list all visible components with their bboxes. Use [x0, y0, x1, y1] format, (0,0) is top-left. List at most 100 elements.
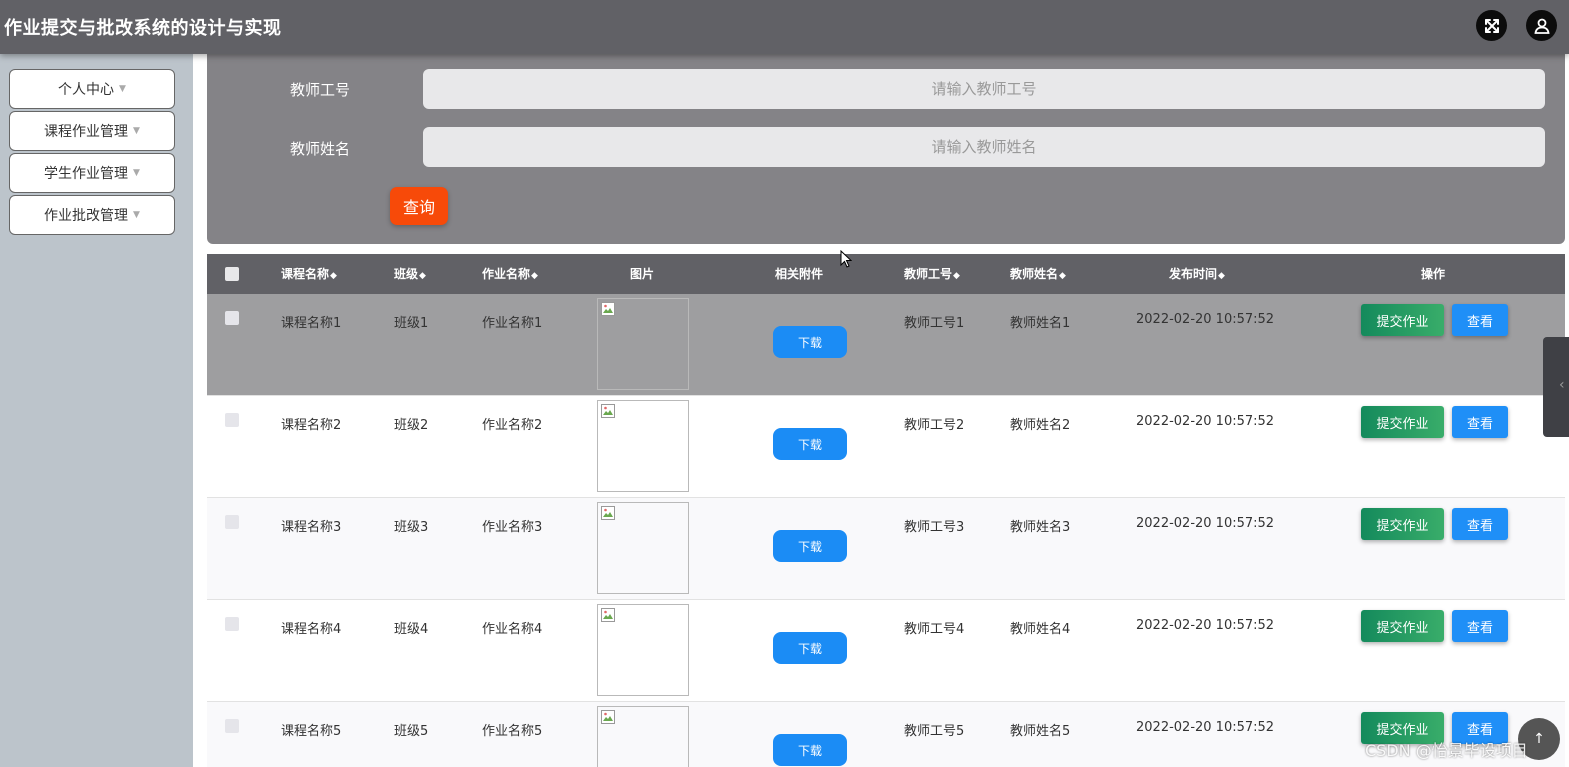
cell-teacher-id: 教师工号5: [904, 724, 965, 739]
row-checkbox[interactable]: [225, 413, 239, 427]
user-button[interactable]: [1526, 10, 1557, 41]
download-button[interactable]: 下载: [773, 428, 847, 460]
cell-course: 课程名称3: [281, 520, 342, 535]
submit-homework-button[interactable]: 提交作业: [1361, 610, 1444, 642]
cell-class: 班级5: [394, 724, 429, 739]
column-header-teacher-name[interactable]: 教师姓名◆: [1010, 254, 1066, 294]
broken-image-icon: [601, 710, 615, 724]
caret-down-icon: ▼: [133, 210, 140, 220]
sidebar-item-personal-center[interactable]: 个人中心 ▼: [9, 69, 175, 109]
cell-course: 课程名称2: [281, 418, 342, 433]
sidebar-item-homework-grading[interactable]: 作业批改管理 ▼: [9, 195, 175, 235]
app-title: 作业提交与批改系统的设计与实现: [4, 18, 282, 39]
row-checkbox[interactable]: [225, 311, 239, 325]
sort-icon: ◆: [330, 271, 337, 281]
cell-homework: 作业名称1: [482, 316, 543, 331]
homework-image[interactable]: [597, 502, 689, 594]
download-button[interactable]: 下载: [773, 632, 847, 664]
view-button[interactable]: 查看: [1452, 508, 1508, 540]
sidebar-item-student-homework[interactable]: 学生作业管理 ▼: [9, 153, 175, 193]
download-button[interactable]: 下载: [773, 326, 847, 358]
teacher-name-input[interactable]: [423, 127, 1545, 167]
arrow-up-icon: ↑: [1533, 731, 1545, 747]
cell-class: 班级2: [394, 418, 429, 433]
column-header-homework[interactable]: 作业名称◆: [482, 254, 538, 294]
homework-image[interactable]: [597, 706, 689, 767]
chevron-left-icon: ‹: [1559, 377, 1565, 393]
broken-image-icon: [601, 506, 615, 520]
table-header: 课程名称◆ 班级◆ 作业名称◆ 图片 相关附件 教师工号◆ 教师姓名◆ 发布时间…: [207, 254, 1565, 294]
fullscreen-button[interactable]: [1476, 10, 1507, 41]
homework-image[interactable]: [597, 298, 689, 390]
submit-homework-button[interactable]: 提交作业: [1361, 406, 1444, 438]
cell-homework: 作业名称2: [482, 418, 543, 433]
mouse-cursor-icon: [840, 250, 852, 268]
caret-down-icon: ▼: [133, 126, 140, 136]
caret-down-icon: ▼: [119, 84, 126, 94]
cell-teacher-name: 教师姓名4: [1010, 622, 1071, 637]
submit-homework-button[interactable]: 提交作业: [1361, 304, 1444, 336]
top-bar: 作业提交与批改系统的设计与实现: [0, 0, 1569, 54]
view-button[interactable]: 查看: [1452, 406, 1508, 438]
table-row: 课程名称3 班级3 作业名称3 下载 教师工号3 教师姓名3 2022-02-20 10:5…: [207, 498, 1565, 600]
row-checkbox[interactable]: [225, 515, 239, 529]
cell-teacher-name: 教师姓名5: [1010, 724, 1071, 739]
cell-course: 课程名称4: [281, 622, 342, 637]
sidebar-item-label: 作业批改管理: [44, 208, 129, 224]
row-checkbox[interactable]: [225, 617, 239, 631]
sidebar-item-label: 课程作业管理: [44, 124, 129, 140]
query-button[interactable]: 查询: [390, 187, 448, 225]
sidebar-item-label: 学生作业管理: [44, 166, 129, 182]
sidebar-item-label: 个人中心: [58, 82, 115, 98]
column-header-class[interactable]: 班级◆: [394, 254, 426, 294]
column-header-course[interactable]: 课程名称◆: [281, 254, 337, 294]
column-header-attachment: 相关附件: [775, 267, 824, 281]
column-header-publish-time[interactable]: 发布时间◆: [1169, 254, 1225, 294]
cell-publish-time: 2022-02-20 10:57:52: [1136, 720, 1275, 735]
table-row: 课程名称4 班级4 作业名称4 下载 教师工号4 教师姓名4 2022-02-20 10:5…: [207, 600, 1565, 702]
cell-teacher-name: 教师姓名1: [1010, 316, 1071, 331]
cell-teacher-name: 教师姓名3: [1010, 520, 1071, 535]
teacher-name-label: 教师姓名: [290, 140, 351, 158]
select-all-checkbox[interactable]: [225, 267, 239, 281]
cell-publish-time: 2022-02-20 10:57:52: [1136, 414, 1275, 429]
cell-course: 课程名称5: [281, 724, 342, 739]
teacher-id-input[interactable]: [423, 69, 1545, 109]
sidebar: 个人中心 ▼ 课程作业管理 ▼ 学生作业管理 ▼ 作业批改管理 ▼: [0, 54, 193, 767]
cell-homework: 作业名称5: [482, 724, 543, 739]
broken-image-icon: [601, 608, 615, 622]
cell-class: 班级4: [394, 622, 429, 637]
cell-teacher-name: 教师姓名2: [1010, 418, 1071, 433]
sort-icon: ◆: [531, 271, 538, 281]
watermark: CSDN @怡景毕设项目: [1365, 741, 1528, 760]
column-header-teacher-id[interactable]: 教师工号◆: [904, 254, 960, 294]
homework-image[interactable]: [597, 400, 689, 492]
cell-class: 班级1: [394, 316, 429, 331]
homework-table: 课程名称◆ 班级◆ 作业名称◆ 图片 相关附件 教师工号◆ 教师姓名◆ 发布时间…: [207, 254, 1565, 767]
sort-icon: ◆: [1218, 271, 1225, 281]
cell-teacher-id: 教师工号3: [904, 520, 965, 535]
fullscreen-icon: [1484, 18, 1499, 33]
column-header-actions: 操作: [1421, 267, 1446, 281]
view-button[interactable]: 查看: [1452, 610, 1508, 642]
homework-image[interactable]: [597, 604, 689, 696]
row-checkbox[interactable]: [225, 719, 239, 733]
table-row: 课程名称1 班级1 作业名称1 下载 教师工号1 教师姓名1 2022-02-20 10:5…: [207, 294, 1565, 396]
cell-teacher-id: 教师工号2: [904, 418, 965, 433]
cell-teacher-id: 教师工号4: [904, 622, 965, 637]
download-button[interactable]: 下载: [773, 734, 847, 766]
cell-class: 班级3: [394, 520, 429, 535]
sort-icon: ◆: [419, 271, 426, 281]
table-row: 课程名称2 班级2 作业名称2 下载 教师工号2 教师姓名2 2022-02-20 10:5…: [207, 396, 1565, 498]
cell-course: 课程名称1: [281, 316, 342, 331]
search-panel: 教师工号 教师姓名 查询: [207, 54, 1565, 244]
submit-homework-button[interactable]: 提交作业: [1361, 508, 1444, 540]
cell-homework: 作业名称4: [482, 622, 543, 637]
cell-publish-time: 2022-02-20 10:57:52: [1136, 312, 1275, 327]
sidebar-item-course-homework[interactable]: 课程作业管理 ▼: [9, 111, 175, 151]
download-button[interactable]: 下载: [773, 530, 847, 562]
main-content: 教师工号 教师姓名 查询 课程名称◆ 班级◆ 作业名称◆ 图片 相关附件 教师工…: [193, 54, 1569, 767]
view-button[interactable]: 查看: [1452, 304, 1508, 336]
side-panel-handle[interactable]: ‹: [1543, 337, 1569, 437]
cell-publish-time: 2022-02-20 10:57:52: [1136, 618, 1275, 633]
